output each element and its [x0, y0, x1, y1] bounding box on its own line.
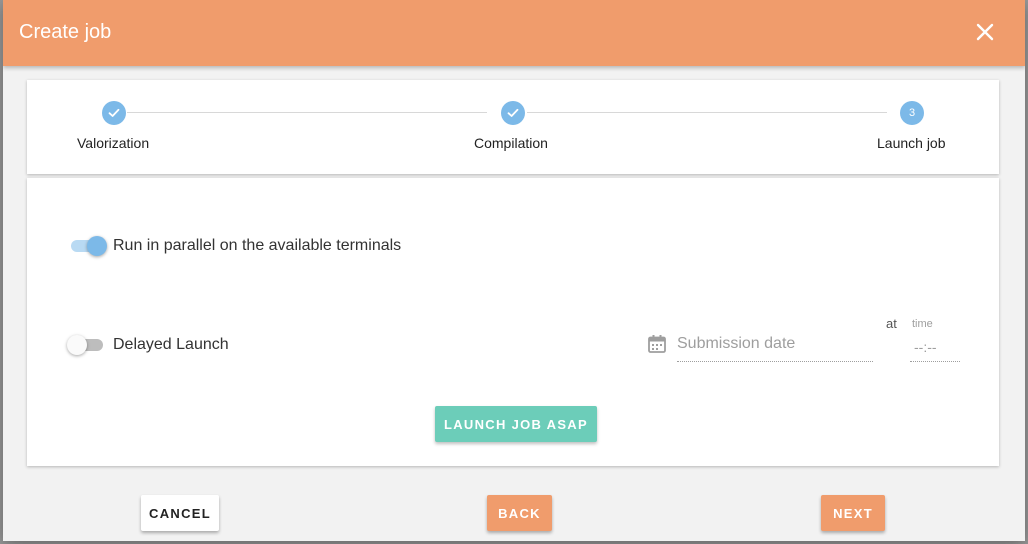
step-1-label: Valorization: [77, 135, 150, 151]
step-connector: [527, 112, 887, 113]
dialog-title: Create job: [19, 21, 112, 43]
toggle-thumb: [67, 335, 87, 355]
next-button[interactable]: NEXT: [821, 495, 885, 531]
step-3-active[interactable]: 3: [900, 101, 924, 125]
at-label: at: [886, 316, 897, 331]
time-input[interactable]: --:--: [910, 336, 960, 362]
check-icon: [507, 108, 519, 117]
parallel-label: Run in parallel on the available termina…: [113, 237, 402, 254]
close-icon: [976, 23, 994, 41]
delayed-launch-toggle[interactable]: [67, 333, 107, 355]
time-label: time: [912, 318, 933, 330]
create-job-dialog: Create job Valorization Compilation 3 La…: [3, 0, 1025, 541]
launch-options-panel: Run in parallel on the available termina…: [27, 178, 999, 466]
delayed-launch-label: Delayed Launch: [113, 336, 229, 353]
parallel-toggle[interactable]: [69, 234, 109, 256]
dialog-header: Create job: [3, 0, 1025, 66]
step-2-label: Compilation: [474, 135, 548, 151]
step-connector: [127, 112, 487, 113]
step-3-label: Launch job: [877, 135, 946, 151]
check-icon: [108, 108, 120, 117]
step-1-complete[interactable]: [102, 101, 126, 125]
back-button[interactable]: BACK: [487, 495, 552, 531]
cancel-button[interactable]: CANCEL: [141, 495, 219, 531]
calendar-icon[interactable]: [647, 334, 667, 354]
toggle-thumb: [87, 236, 107, 256]
stepper: Valorization Compilation 3 Launch job: [27, 80, 999, 174]
close-button[interactable]: [973, 20, 997, 44]
step-2-complete[interactable]: [501, 101, 525, 125]
launch-job-asap-button[interactable]: LAUNCH JOB ASAP: [435, 406, 597, 442]
submission-date-input[interactable]: Submission date: [677, 332, 873, 362]
